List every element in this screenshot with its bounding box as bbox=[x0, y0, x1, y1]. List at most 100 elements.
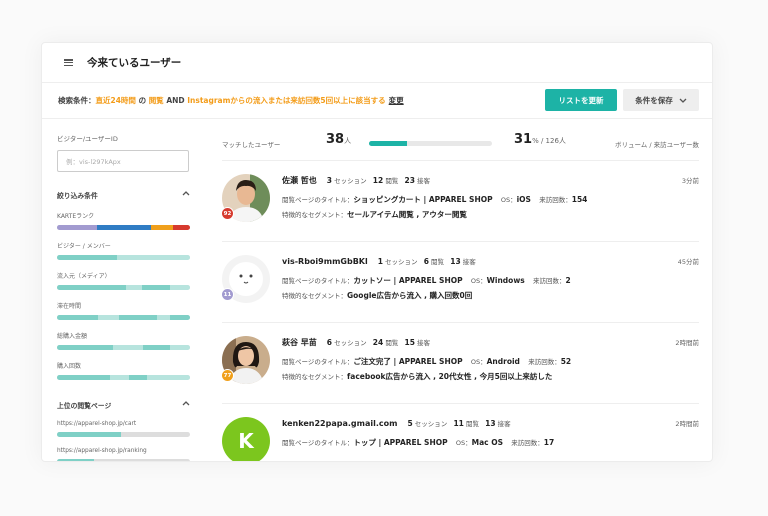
volume-label: ボリューム / 来訪ユーザー数 bbox=[615, 141, 699, 149]
filter-bar-segment bbox=[170, 345, 190, 350]
user-sessions-count: 3 bbox=[326, 176, 333, 185]
condition-no: の bbox=[138, 96, 147, 105]
hamburger-menu-icon[interactable] bbox=[64, 59, 73, 66]
filter-row[interactable]: 購入回数 bbox=[57, 361, 190, 380]
filter-row[interactable]: ビジター / メンバー bbox=[57, 241, 190, 260]
filter-bar-segment bbox=[142, 285, 171, 290]
last-seen: 2時間前 bbox=[675, 339, 699, 347]
filter-bar-segment bbox=[151, 225, 173, 230]
visitor-id-input[interactable]: 例：vis-l297kApx bbox=[57, 150, 189, 172]
user-views-label: 閲覧 bbox=[385, 339, 399, 347]
save-conditions-button[interactable]: 条件を保存 bbox=[623, 89, 699, 111]
page-title-label: 閲覧ページのタイトル： bbox=[282, 439, 354, 447]
filter-bar-segment bbox=[96, 225, 152, 230]
user-row[interactable]: Kkenken22papa.gmail.com 5 セッション 11 閲覧 13 … bbox=[222, 404, 699, 461]
filter-bar-segment bbox=[57, 255, 117, 260]
user-name[interactable]: vis-Rboi9mmGbBKl bbox=[282, 257, 368, 266]
top-page-row[interactable]: https://apparel-shop.jp/cart bbox=[57, 421, 190, 437]
user-list-area: マッチしたユーザー 38人 31% / 126人 ボリューム / 来訪ユーザー数… bbox=[221, 132, 699, 461]
os-value: Android bbox=[486, 357, 520, 366]
visits-label: 来訪回数： bbox=[528, 358, 561, 366]
user-segments: 特徴的なセグメント：Google広告から流入 , 購入回数0回 bbox=[282, 290, 472, 301]
filter-row[interactable]: 流入元（メディア） bbox=[57, 271, 190, 290]
visits-value: 154 bbox=[571, 195, 588, 204]
page-title: 今来ているユーザー bbox=[87, 57, 182, 69]
filter-label: 総購入金額 bbox=[57, 333, 88, 340]
filter-bar-segment bbox=[126, 285, 143, 290]
visits-label: 来訪回数： bbox=[511, 439, 544, 447]
filter-section-header[interactable]: 絞り込み条件 bbox=[57, 190, 190, 200]
page-title-value: ご注文完了 | APPAREL SHOP bbox=[353, 357, 463, 366]
filter-row[interactable]: 総購入金額 bbox=[57, 331, 190, 350]
update-list-button[interactable]: リストを更新 bbox=[545, 89, 617, 111]
filter-bar-segment bbox=[119, 315, 157, 320]
user-contacts-label: 接客 bbox=[417, 177, 431, 185]
live-users-panel: 今来ているユーザー 検索条件： 直近24時間 の 閲覧 AND Instagra… bbox=[41, 42, 713, 462]
segment-value: Google広告から流入 , 購入回数0回 bbox=[347, 291, 473, 300]
filter-row[interactable]: KARTEランク bbox=[57, 211, 190, 230]
top-page-bar-fill bbox=[57, 459, 95, 461]
visits-label: 来訪回数： bbox=[539, 196, 572, 204]
visits-value: 2 bbox=[565, 276, 571, 285]
filter-bar-segment bbox=[110, 375, 129, 380]
user-name[interactable]: 佐瀬 哲也 bbox=[282, 176, 317, 185]
user-views-count: 24 bbox=[372, 338, 384, 347]
pages-section-header[interactable]: 上位の閲覧ページ bbox=[57, 400, 190, 410]
top-page-row[interactable]: https://apparel-shop.jp/ranking bbox=[57, 448, 190, 461]
filter-label: ビジター / メンバー bbox=[57, 243, 111, 250]
change-conditions-link[interactable]: 変更 bbox=[389, 95, 404, 106]
last-seen: 2時間前 bbox=[675, 420, 699, 428]
matched-ratio-fill bbox=[369, 141, 408, 146]
condition-page: 閲覧 bbox=[148, 96, 164, 105]
segment-label: 特徴的なセグメント： bbox=[282, 292, 347, 300]
segment-value: セールアイテム閲覧 , アウター閲覧 bbox=[347, 210, 467, 219]
user-sessions-count: 1 bbox=[377, 257, 383, 266]
condition-rule: Instagramからの流入または来訪回数5回以上に該当する bbox=[187, 96, 386, 105]
filter-bar-segment bbox=[143, 345, 171, 350]
avatar[interactable]: K bbox=[222, 417, 270, 461]
filter-bar-segment bbox=[172, 225, 190, 230]
user-row[interactable]: 92 佐瀬 哲也 3 セッション 12 閲覧 23 接客 3分前 閲覧ページのタイトル… bbox=[221, 161, 699, 242]
filter-row[interactable]: 滞在時間 bbox=[57, 301, 190, 320]
filter-distribution-bar bbox=[57, 255, 190, 260]
top-page-url: https://apparel-shop.jp/ranking bbox=[57, 448, 147, 454]
pages-section-title: 上位の閲覧ページ bbox=[57, 402, 112, 410]
page-title-value: トップ | APPAREL SHOP bbox=[353, 438, 448, 447]
user-contacts-label: 接客 bbox=[462, 258, 476, 266]
filter-bar-segment bbox=[170, 285, 190, 290]
match-stats: マッチしたユーザー 38人 31% / 126人 ボリューム / 来訪ユーザー数 bbox=[222, 132, 699, 161]
user-sessions-label: セッション bbox=[385, 258, 418, 266]
matched-ratio-bar bbox=[369, 141, 492, 146]
save-conditions-label: 条件を保存 bbox=[635, 95, 673, 105]
filter-bar-segment bbox=[116, 255, 190, 260]
rank-badge: 11 bbox=[221, 288, 234, 301]
user-name[interactable]: 萩谷 早苗 bbox=[282, 338, 317, 347]
filter-distribution-bar bbox=[57, 225, 190, 230]
search-conditions: 検索条件： 直近24時間 の 閲覧 AND Instagramからの流入または来… bbox=[42, 83, 712, 119]
os-value: iOS bbox=[516, 195, 531, 204]
user-summary: 佐瀬 哲也 3 セッション 12 閲覧 23 接客 bbox=[282, 175, 436, 186]
user-row[interactable]: 11 vis-Rboi9mmGbBKl 1 セッション 6 閲覧 13 接客 45分… bbox=[221, 242, 699, 323]
user-contacts-label: 接客 bbox=[417, 339, 431, 347]
os-label: OS： bbox=[455, 439, 472, 447]
matched-unit: 人 bbox=[344, 137, 352, 145]
filter-bar-segment bbox=[147, 375, 190, 380]
matched-percent-total: % / 126人 bbox=[532, 137, 566, 145]
filter-label: 滞在時間 bbox=[57, 303, 82, 310]
user-row[interactable]: 77 萩谷 早苗 6 セッション 24 閲覧 15 接客 2時間前 閲覧ページのタイト… bbox=[221, 323, 699, 404]
segment-value: facebook広告から流入 , 20代女性 , 今月5回以上来訪した bbox=[347, 372, 553, 381]
filter-label: 購入回数 bbox=[57, 363, 82, 370]
filter-bar-segment bbox=[156, 315, 171, 320]
chevron-down-icon bbox=[679, 98, 687, 103]
user-page-info: 閲覧ページのタイトル：ショッピングカート | APPAREL SHOP OS：i… bbox=[282, 194, 587, 205]
user-contacts-count: 13 bbox=[485, 419, 496, 428]
user-views-count: 6 bbox=[423, 257, 429, 266]
os-label: OS： bbox=[500, 196, 517, 204]
user-contacts-label: 接客 bbox=[497, 420, 511, 428]
user-sessions-label: セッション bbox=[334, 339, 367, 347]
user-name[interactable]: kenken22papa.gmail.com bbox=[282, 419, 397, 428]
user-views-count: 12 bbox=[372, 176, 384, 185]
os-value: Mac OS bbox=[471, 438, 503, 447]
page-title-label: 閲覧ページのタイトル： bbox=[282, 196, 354, 204]
user-segments: 特徴的なセグメント：facebook広告から流入 , 20代女性 , 今月5回以… bbox=[282, 371, 552, 382]
